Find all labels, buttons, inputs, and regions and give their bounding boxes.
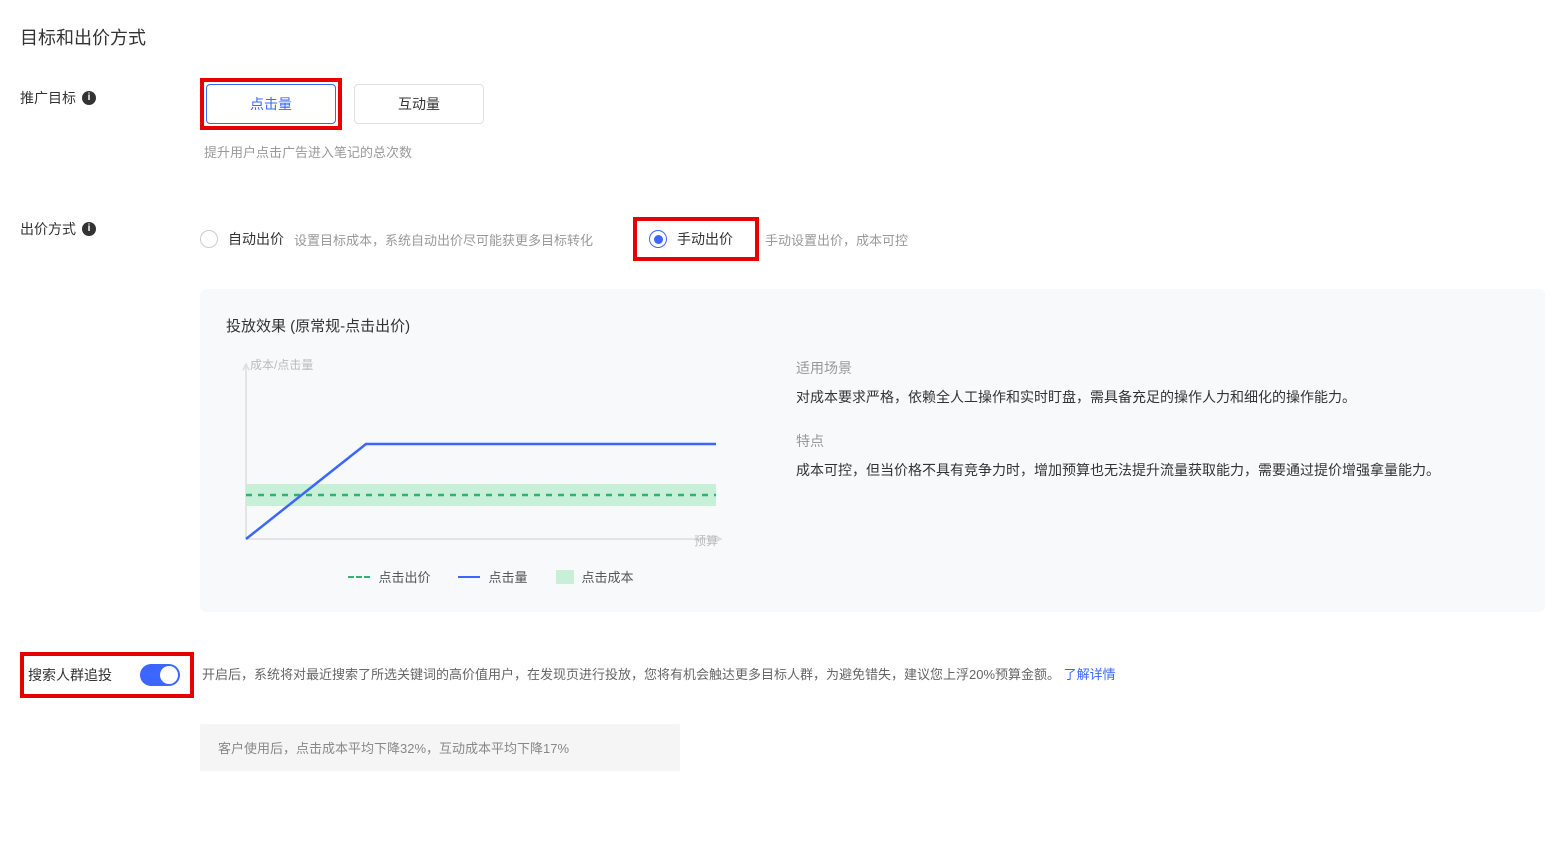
search-retarget-label: 搜索人群追投 — [28, 665, 112, 685]
search-retarget-stats: 客户使用后，点击成本平均下降32%，互动成本平均下降17% — [200, 724, 680, 771]
highlight-promo-target: 点击量 — [200, 78, 342, 130]
section-title: 目标和出价方式 — [20, 24, 1545, 50]
feature-label: 特点 — [796, 428, 1519, 455]
highlight-search-retarget: 搜索人群追投 — [20, 652, 194, 698]
promo-target-label: 推广目标 i — [20, 78, 200, 108]
feature-text: 成本可控，但当价格不具有竞争力时，增加预算也无法提升流量获取能力，需要通过提价增… — [796, 457, 1519, 484]
effect-chart: 成本/点击量 预算 — [226, 354, 726, 549]
promo-target-desc: 提升用户点击广告进入笔记的总次数 — [204, 142, 1545, 161]
scenario-label: 适用场景 — [796, 355, 1519, 382]
info-icon[interactable]: i — [82, 222, 96, 236]
effect-panel: 投放效果 (原常规-点击出价) 成本/点击量 — [200, 289, 1545, 612]
chart-svg — [226, 354, 726, 549]
chart-legend: 点击出价 点击量 点击成本 — [226, 567, 756, 586]
radio-icon — [649, 230, 667, 248]
radio-manual-bid[interactable]: 手动出价 — [639, 223, 753, 255]
effect-title: 投放效果 (原常规-点击出价) — [226, 315, 756, 336]
highlight-manual-bid: 手动出价 — [633, 217, 759, 261]
bid-method-label: 出价方式 i — [20, 209, 200, 239]
radio-icon — [200, 230, 218, 248]
search-retarget-toggle[interactable] — [140, 664, 180, 686]
scenario-text: 对成本要求严格，依赖全人工操作和实时盯盘，需具备充足的操作人力和细化的操作能力。 — [796, 384, 1519, 411]
search-retarget-desc: 开启后，系统将对最近搜索了所选关键词的高价值用户，在发现页进行投放，您将有机会触… — [202, 663, 1116, 686]
tab-engagement-volume[interactable]: 互动量 — [354, 84, 484, 124]
info-icon[interactable]: i — [82, 91, 96, 105]
radio-auto-bid[interactable]: 自动出价 设置目标成本，系统自动出价尽可能获更多目标转化 — [200, 229, 593, 249]
tab-click-volume[interactable]: 点击量 — [206, 84, 336, 124]
learn-more-link[interactable]: 了解详情 — [1064, 667, 1116, 682]
